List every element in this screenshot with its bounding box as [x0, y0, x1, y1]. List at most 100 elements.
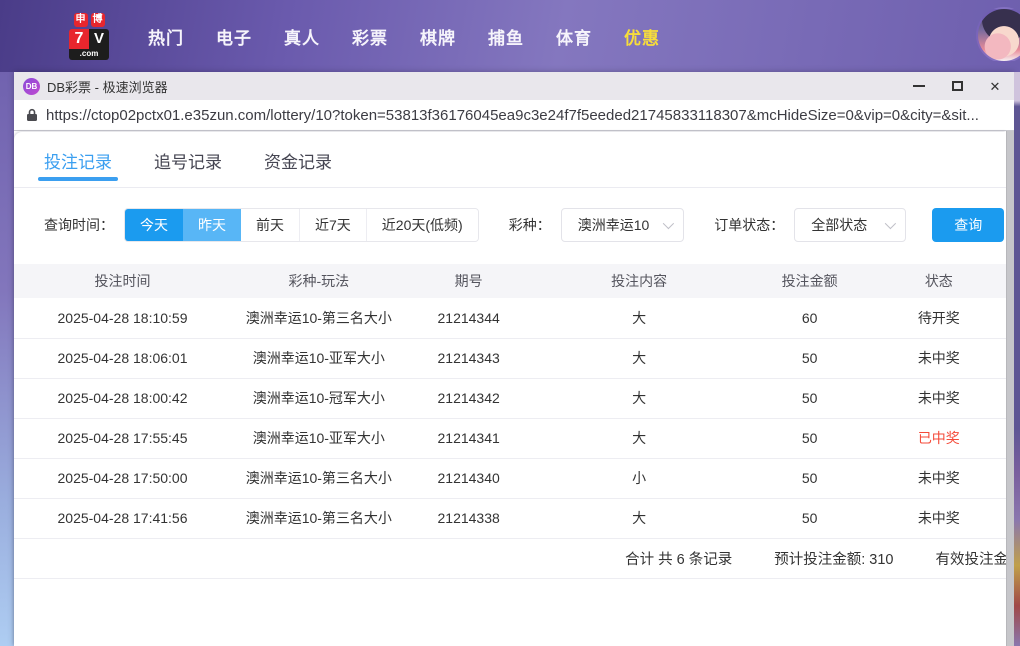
- lock-icon: [26, 108, 38, 122]
- summary-expected: 预计投注金额: 310: [774, 551, 894, 568]
- header-issue: 期号: [406, 264, 531, 298]
- header-status: 状态: [871, 264, 1006, 298]
- chevron-down-icon: [663, 217, 675, 230]
- cell-issue: 21214342: [406, 378, 531, 419]
- cell-amount: 50: [747, 458, 872, 499]
- cell-status: 已中奖: [871, 418, 1006, 459]
- window-title: DB彩票 - 极速浏览器: [47, 79, 168, 95]
- menu-item-live[interactable]: 真人: [268, 14, 336, 59]
- menu-item-hot[interactable]: 热门: [132, 14, 200, 59]
- logo-seven: 7: [69, 28, 89, 49]
- table-row: 2025-04-28 18:10:59 澳洲幸运10-第三名大小 21214344 大…: [14, 298, 1006, 339]
- cell-content: 大: [530, 498, 748, 539]
- lottery-filter-label: 彩种：: [508, 217, 551, 233]
- header-content: 投注内容: [530, 264, 748, 298]
- cell-issue: 21214340: [406, 458, 531, 499]
- cell-play: 澳洲幸运10-第三名大小: [231, 498, 407, 539]
- time-option-20days[interactable]: 近20天(低频): [365, 209, 478, 241]
- time-option-yesterday[interactable]: 昨天: [183, 209, 241, 241]
- user-avatar[interactable]: [976, 7, 1020, 63]
- lottery-select-value: 澳洲幸运10: [577, 217, 650, 233]
- table-row: 2025-04-28 17:50:00 澳洲幸运10-第三名大小 21214340 小…: [14, 458, 1006, 499]
- time-option-daybefore[interactable]: 前天: [241, 209, 299, 241]
- table-row: 2025-04-28 17:41:56 澳洲幸运10-第三名大小 21214338 大…: [14, 498, 1006, 539]
- summary-total: 合计 共 6 条记录: [625, 551, 733, 568]
- cell-status: 未中奖: [871, 458, 1006, 499]
- cell-time: 2025-04-28 17:55:45: [14, 418, 231, 459]
- close-icon: ✕: [989, 78, 1001, 94]
- cell-play: 澳洲幸运10-第三名大小: [231, 458, 407, 499]
- maximize-button[interactable]: [938, 72, 976, 100]
- header-play-type: 彩种-玩法: [231, 264, 407, 298]
- time-range-group: 今天 昨天 前天 近7天 近20天(低频): [124, 208, 479, 242]
- table-header-row: 投注时间 彩种-玩法 期号 投注内容 投注金额 状态: [14, 264, 1006, 298]
- url-text: https://ctop02pctx01.e35zun.com/lottery/…: [46, 106, 979, 124]
- tab-bet-records[interactable]: 投注记录: [38, 148, 118, 187]
- cell-status: 未中奖: [871, 378, 1006, 419]
- summary-valid: 有效投注金: [935, 551, 1007, 568]
- cell-play: 澳洲幸运10-亚军大小: [231, 338, 407, 379]
- order-status-select[interactable]: 全部状态: [794, 208, 907, 242]
- desktop-edge-sliver: [1014, 72, 1020, 646]
- cell-status: 未中奖: [871, 498, 1006, 539]
- minimize-icon: [913, 85, 925, 87]
- cell-issue: 21214338: [406, 498, 531, 539]
- cell-issue: 21214344: [406, 298, 531, 339]
- browser-window: DB DB彩票 - 极速浏览器 ✕ https://ctop02pctx01.e…: [14, 72, 1014, 646]
- chevron-down-icon: [885, 217, 897, 230]
- vertical-scrollbar[interactable]: [1006, 131, 1014, 646]
- time-filter-label: 查询时间：: [44, 217, 114, 233]
- record-tabs: 投注记录 追号记录 资金记录: [14, 132, 1006, 188]
- window-titlebar: DB DB彩票 - 极速浏览器 ✕: [14, 72, 1014, 100]
- page-content: 投注记录 追号记录 资金记录 查询时间： 今天 昨天 前天 近7天 近20天(低…: [14, 132, 1006, 646]
- header-amount: 投注金额: [747, 264, 872, 298]
- cell-content: 大: [530, 298, 748, 339]
- logo-vee: V: [89, 28, 109, 49]
- cell-time: 2025-04-28 18:00:42: [14, 378, 231, 419]
- menu-item-promo[interactable]: 优惠: [608, 14, 676, 59]
- close-button[interactable]: ✕: [976, 72, 1014, 100]
- logo-com: .com: [69, 48, 109, 60]
- cell-play: 澳洲幸运10-冠军大小: [231, 378, 407, 419]
- lottery-select[interactable]: 澳洲幸运10: [560, 208, 685, 242]
- cell-time: 2025-04-28 18:10:59: [14, 298, 231, 339]
- filter-bar: 查询时间： 今天 昨天 前天 近7天 近20天(低频) 彩种： 澳洲幸运10 订…: [44, 208, 1006, 242]
- menu-item-sports[interactable]: 体育: [540, 14, 608, 59]
- maximize-icon: [951, 81, 963, 91]
- cell-amount: 50: [747, 338, 872, 379]
- menu-item-cards[interactable]: 棋牌: [404, 14, 472, 59]
- status-filter-label: 订单状态：: [714, 217, 785, 233]
- table-row: 2025-04-28 18:00:42 澳洲幸运10-冠军大小 21214342 大 5…: [14, 378, 1006, 419]
- cell-status: 待开奖: [871, 298, 1006, 339]
- cell-amount: 60: [747, 298, 872, 339]
- cell-time: 2025-04-28 17:41:56: [14, 498, 231, 539]
- time-option-today[interactable]: 今天: [125, 209, 183, 241]
- summary-row: 合计 共 6 条记录 预计投注金额: 310 有效投注金: [14, 539, 1006, 579]
- site-logo[interactable]: 申 博 7 V .com: [62, 12, 116, 60]
- cell-time: 2025-04-28 17:50:00: [14, 458, 231, 499]
- query-button[interactable]: 查询: [932, 208, 1005, 242]
- minimize-button[interactable]: [900, 72, 938, 100]
- logo-char-1: 申: [73, 12, 88, 27]
- cell-content: 大: [530, 338, 748, 379]
- cell-content: 大: [530, 418, 748, 459]
- cell-status: 未中奖: [871, 338, 1006, 379]
- address-bar[interactable]: https://ctop02pctx01.e35zun.com/lottery/…: [14, 100, 1014, 131]
- table-row: 2025-04-28 18:06:01 澳洲幸运10-亚军大小 21214343 大 5…: [14, 338, 1006, 379]
- cell-time: 2025-04-28 18:06:01: [14, 338, 231, 379]
- cell-amount: 50: [747, 498, 872, 539]
- time-option-7days[interactable]: 近7天: [299, 209, 366, 241]
- menu-item-slots[interactable]: 电子: [200, 14, 268, 59]
- tab-chase-records[interactable]: 追号记录: [154, 148, 222, 187]
- tab-fund-records[interactable]: 资金记录: [264, 148, 332, 187]
- menu-item-lottery[interactable]: 彩票: [336, 14, 404, 59]
- cell-play: 澳洲幸运10-第三名大小: [231, 298, 407, 339]
- table-row: 2025-04-28 17:55:45 澳洲幸运10-亚军大小 21214341 大 5…: [14, 418, 1006, 459]
- cell-amount: 50: [747, 378, 872, 419]
- main-menu: 热门 电子 真人 彩票 棋牌 捕鱼 体育 优惠: [132, 14, 676, 59]
- header-bet-time: 投注时间: [14, 264, 231, 298]
- cell-amount: 50: [747, 418, 872, 459]
- menu-item-fishing[interactable]: 捕鱼: [472, 14, 540, 59]
- cell-issue: 21214341: [406, 418, 531, 459]
- order-status-value: 全部状态: [811, 217, 868, 233]
